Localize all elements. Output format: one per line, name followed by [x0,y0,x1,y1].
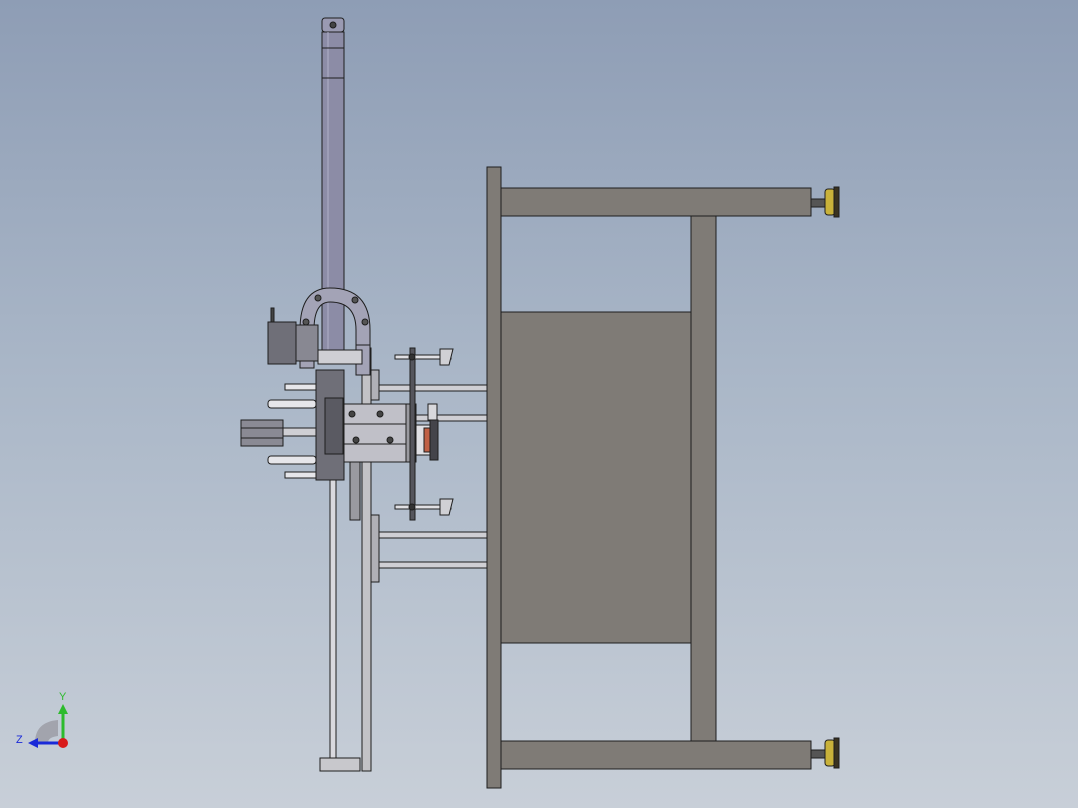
frame-top-beam [500,187,812,217]
frame [486,166,812,789]
coordinate-triad: Y Z [16,691,68,748]
frame-leg [690,215,717,742]
frame-plate [486,166,502,789]
cad-viewport[interactable]: Y Z [0,0,1078,808]
x-axis-icon [58,738,68,748]
rotary-actuator [415,403,439,461]
base-block [319,757,361,772]
small-cylinder [240,419,317,447]
leveling-foot-top [810,186,840,218]
frame-bottom-beam [500,740,812,770]
model-drawing: Y Z [16,17,840,789]
guide-rod [329,479,337,761]
leveling-foot-bottom [810,737,840,769]
y-axis-label: Y [59,691,67,703]
frame-panel [500,311,692,644]
z-axis-label: Z [16,734,23,746]
